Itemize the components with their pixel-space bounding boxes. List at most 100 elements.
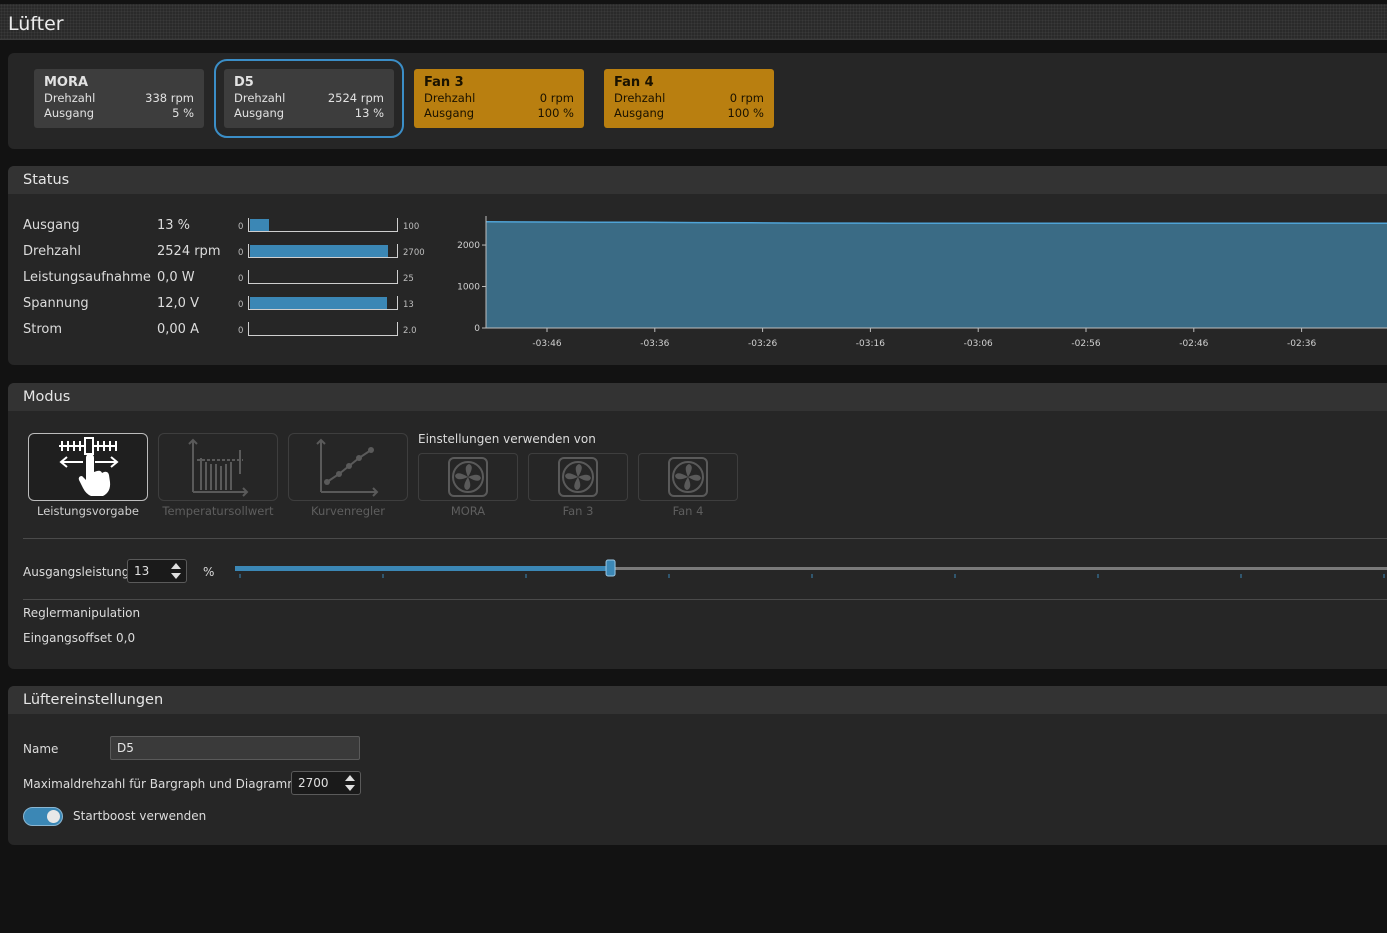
bar-fill-output xyxy=(250,219,269,231)
status-label-power: Leistungsaufnahme xyxy=(23,270,151,285)
fan-icon xyxy=(448,457,488,497)
input-offset-label: Eingangsoffset xyxy=(23,631,112,645)
fan-settings-header: Lüftereinstellungen xyxy=(8,686,1387,714)
name-label: Name xyxy=(23,742,59,756)
curve-controller-icon xyxy=(316,438,379,497)
x-tick-label: -03:26 xyxy=(748,339,777,349)
rpm-history-chart: 0 1000 2000 -03:46 -03:36 -03:26 -03:16 -03:06 -… xyxy=(457,216,1387,349)
mode-label-temperature: Temperatursollwert xyxy=(162,504,274,518)
fan-tile-rpm-label: Drehzahl xyxy=(424,91,476,105)
fan-tile-out-label: Ausgang xyxy=(234,106,285,120)
x-tick-label: -03:16 xyxy=(856,339,885,349)
status-label-current: Strom xyxy=(23,322,63,337)
output-power-label: Ausgangsleistung xyxy=(23,565,130,579)
output-power-slider[interactable] xyxy=(223,557,1387,585)
x-tick-label: -03:36 xyxy=(640,339,669,349)
fan-tile-out: 5 % xyxy=(172,106,194,120)
slider-handle[interactable] xyxy=(605,559,616,577)
stepper-arrows-icon[interactable] xyxy=(170,562,182,580)
bar-max-current: 2.0 xyxy=(403,326,417,336)
status-label-voltage: Spannung xyxy=(23,296,89,311)
slider-fill xyxy=(235,566,611,571)
status-value-current: 0,00 A xyxy=(157,322,199,337)
status-label-output: Ausgang xyxy=(23,218,80,233)
mode-button-curve[interactable] xyxy=(288,433,408,501)
fan-tile-mora[interactable]: MORA Drehzahl 338 rpm Ausgang 5 % xyxy=(34,69,204,128)
source-button-fan4[interactable] xyxy=(638,453,738,501)
fan-tile-name: MORA xyxy=(44,75,89,90)
x-tick-label: -03:06 xyxy=(964,339,993,349)
bar-max-rpm: 2700 xyxy=(403,248,425,258)
fan-tile-rpm: 0 rpm xyxy=(539,91,574,105)
fan-tile-fan3[interactable]: Fan 3 Drehzahl 0 rpm Ausgang 100 % xyxy=(414,69,584,128)
source-label-fan3: Fan 3 xyxy=(562,504,594,518)
x-tick-label: -03:46 xyxy=(532,339,561,349)
fan-tile-rpm-label: Drehzahl xyxy=(234,91,286,105)
temperature-setpoint-icon xyxy=(188,438,249,497)
output-power-value: 13 xyxy=(134,564,150,578)
source-label-fan4: Fan 4 xyxy=(672,504,704,518)
divider xyxy=(23,538,1387,539)
fan-tile-name: Fan 4 xyxy=(614,75,654,90)
bar-voltage xyxy=(248,296,398,310)
mode-button-temperature[interactable] xyxy=(158,433,278,501)
controller-manipulation-label: Reglermanipulation xyxy=(23,606,141,620)
modus-panel: Modus Leistungsvorgabe Temperatursollwer… xyxy=(8,383,1387,669)
startboost-toggle[interactable] xyxy=(23,807,63,826)
rpm-area xyxy=(486,221,1387,328)
mode-label-curve: Kurvenregler xyxy=(310,504,385,518)
status-panel: Status Ausgang 13 % 0 100 Drehzahl 2524 … xyxy=(8,166,1387,365)
status-header: Status xyxy=(8,166,1387,194)
fan-tile-out-label: Ausgang xyxy=(424,106,475,120)
bar-max-output: 100 xyxy=(403,222,420,232)
source-button-fan3[interactable] xyxy=(528,453,628,501)
input-offset-value[interactable]: 0,0 xyxy=(116,631,135,645)
output-power-stepper[interactable]: 13 xyxy=(127,559,187,583)
startboost-label: Startboost verwenden xyxy=(73,809,207,823)
x-tick-label: -02:56 xyxy=(1071,339,1100,349)
divider xyxy=(23,599,1387,600)
y-tick-label: 0 xyxy=(474,324,480,334)
fan-tile-rpm-label: Drehzahl xyxy=(44,91,96,105)
fan-tiles-panel: MORA Drehzahl 338 rpm Ausgang 5 % D5 Drehz… xyxy=(8,53,1387,149)
bar-power xyxy=(248,270,398,284)
fan-tile-rpm: 338 rpm xyxy=(145,91,194,105)
max-rpm-stepper[interactable]: 2700 xyxy=(291,771,361,795)
bar-min-power: 0 xyxy=(238,274,244,284)
bar-current xyxy=(248,322,398,336)
fan-icon xyxy=(668,457,708,497)
bar-output xyxy=(248,218,398,232)
bar-min-output: 0 xyxy=(238,222,244,232)
fan-tile-d5[interactable]: D5 Drehzahl 2524 rpm Ausgang 13 % xyxy=(214,59,404,138)
fan-tile-rpm-label: Drehzahl xyxy=(614,91,666,105)
fan-tile-out: 100 % xyxy=(727,106,764,120)
fan-tile-rpm: 0 rpm xyxy=(729,91,764,105)
bar-min-voltage: 0 xyxy=(238,300,244,310)
status-value-rpm: 2524 rpm xyxy=(157,244,221,259)
mode-label-manual: Leistungsvorgabe xyxy=(37,504,139,518)
source-label-mora: MORA xyxy=(450,504,486,518)
max-rpm-label: Maximaldrehzahl für Bargraph und Diagram… xyxy=(23,777,299,791)
modus-header: Modus xyxy=(8,383,1387,411)
status-value-voltage: 12,0 V xyxy=(157,296,199,311)
fan-tile-out: 100 % xyxy=(537,106,574,120)
fan-tile-fan4[interactable]: Fan 4 Drehzahl 0 rpm Ausgang 100 % xyxy=(604,69,774,128)
name-field[interactable]: D5 xyxy=(110,736,360,760)
title-bar: Lüfter xyxy=(0,4,1387,40)
fan-icon xyxy=(558,457,598,497)
fan-tile-name: Fan 3 xyxy=(424,75,464,90)
mode-button-manual[interactable] xyxy=(28,433,148,501)
bar-max-power: 25 xyxy=(403,274,414,284)
fan-tile-rpm: 2524 rpm xyxy=(327,91,384,105)
status-value-output: 13 % xyxy=(157,218,191,233)
source-button-mora[interactable] xyxy=(418,453,518,501)
bar-fill-rpm xyxy=(250,245,388,257)
manual-slider-icon xyxy=(59,437,119,496)
fan-tile-out-label: Ausgang xyxy=(614,106,665,120)
stepper-arrows-icon[interactable] xyxy=(344,774,356,792)
use-settings-label: Einstellungen verwenden von xyxy=(418,432,596,446)
status-label-rpm: Drehzahl xyxy=(23,244,81,259)
fan-settings-panel: Lüftereinstellungen Name D5 Maximaldrehz… xyxy=(8,686,1387,845)
status-value-power: 0,0 W xyxy=(157,270,195,285)
fan-tile-name: D5 xyxy=(234,75,254,90)
